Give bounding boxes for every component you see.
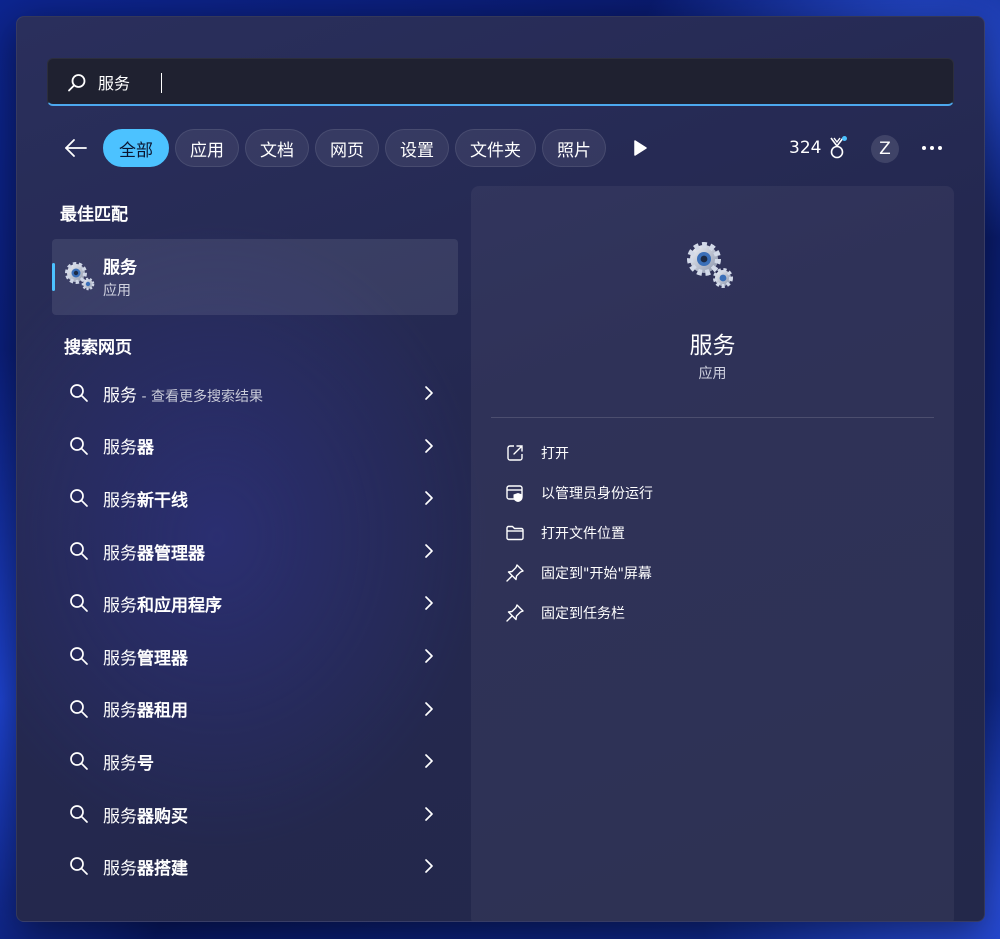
open-external-icon — [507, 445, 523, 461]
chevron-right-icon — [425, 543, 433, 558]
chevron-right-icon — [425, 596, 433, 611]
filter-chips: 全部 应用 文档 网页 设置 文件夹 照片 — [103, 129, 606, 167]
search-icon — [68, 74, 86, 92]
web-result-item[interactable]: 服务器管理器 — [52, 525, 458, 578]
play-icon[interactable] — [631, 139, 649, 157]
action-pin-to-taskbar[interactable]: 固定到任务栏 — [491, 593, 934, 633]
web-result-item[interactable]: 服务器租用 — [52, 683, 458, 736]
web-result-item[interactable]: 服务器购买 — [52, 788, 458, 841]
best-match-name: 服务 — [103, 258, 137, 278]
web-result-item[interactable]: 服务 - 查看更多搜索结果 — [52, 367, 458, 420]
search-icon — [70, 857, 88, 876]
action-pin-to-start[interactable]: 固定到"开始"屏幕 — [491, 553, 934, 593]
best-match-heading: 最佳匹配 — [60, 205, 128, 225]
web-result-item[interactable]: 服务器搭建 — [52, 840, 458, 893]
chevron-right-icon — [425, 438, 433, 453]
filter-chip-documents[interactable]: 文档 — [245, 129, 309, 167]
search-box[interactable] — [47, 58, 954, 106]
detail-app-name: 服务 — [689, 333, 736, 359]
text-caret — [161, 73, 162, 93]
filter-chip-settings[interactable]: 设置 — [385, 129, 449, 167]
filter-chip-web[interactable]: 网页 — [315, 129, 379, 167]
action-list: 打开 以管理员身份运行 打开文件位置 固定到"开始"屏幕 固定到任务栏 — [491, 433, 934, 633]
web-result-item[interactable]: 服务器 — [52, 420, 458, 473]
action-run-as-admin[interactable]: 以管理员身份运行 — [491, 473, 934, 513]
action-open-file-location[interactable]: 打开文件位置 — [491, 513, 934, 553]
search-icon — [70, 384, 88, 402]
rewards-points[interactable]: 324 — [789, 138, 821, 158]
filter-chip-all[interactable]: 全部 — [103, 129, 169, 167]
search-icon — [70, 436, 88, 455]
search-icon — [70, 699, 88, 718]
search-panel: 全部 应用 文档 网页 设置 文件夹 照片 324 Z 最佳匹配 — [16, 16, 985, 922]
folder-icon — [506, 525, 524, 541]
detail-app-type: 应用 — [698, 366, 727, 382]
back-arrow-icon[interactable] — [63, 135, 89, 161]
divider — [491, 417, 934, 418]
search-icon — [70, 804, 88, 823]
more-options-icon[interactable] — [917, 138, 947, 158]
notification-dot — [842, 136, 847, 141]
shield-admin-icon — [506, 485, 523, 502]
chevron-right-icon — [425, 806, 433, 821]
chevron-right-icon — [425, 649, 433, 663]
selection-indicator — [52, 263, 55, 291]
pin-icon — [506, 604, 524, 622]
web-results-list: 服务 - 查看更多搜索结果 服务器 服务新干线 服务器管理器 服务和应用程序 服… — [52, 367, 458, 893]
search-icon — [70, 489, 88, 508]
filter-chip-folders[interactable]: 文件夹 — [455, 129, 536, 167]
gear-icon — [687, 242, 733, 288]
chevron-right-icon — [425, 754, 433, 769]
web-search-heading: 搜索网页 — [64, 338, 132, 358]
chevron-right-icon — [425, 859, 433, 874]
detail-pane: 服务 应用 打开 以管理员身份运行 打开文件位置 固定到"开始"屏幕 固定到任务… — [471, 186, 954, 921]
chevron-right-icon — [425, 701, 433, 716]
pin-icon — [506, 564, 524, 582]
gear-icon — [65, 262, 95, 291]
best-match-item[interactable]: 服务 应用 — [52, 239, 458, 315]
search-icon — [70, 647, 88, 665]
chevron-right-icon — [425, 386, 433, 400]
best-match-type: 应用 — [103, 283, 131, 299]
search-icon — [70, 541, 88, 560]
web-result-item[interactable]: 服务新干线 — [52, 472, 458, 525]
chevron-right-icon — [425, 491, 433, 506]
search-input[interactable] — [98, 67, 898, 97]
web-result-item[interactable]: 服务和应用程序 — [52, 577, 458, 630]
search-icon — [70, 752, 88, 771]
web-result-item[interactable]: 服务管理器 — [52, 630, 458, 683]
web-result-item[interactable]: 服务号 — [52, 735, 458, 788]
filter-chip-apps[interactable]: 应用 — [175, 129, 239, 167]
action-open[interactable]: 打开 — [491, 433, 934, 473]
search-icon — [70, 594, 88, 613]
filter-chip-photos[interactable]: 照片 — [542, 129, 606, 167]
user-avatar[interactable]: Z — [871, 135, 899, 163]
